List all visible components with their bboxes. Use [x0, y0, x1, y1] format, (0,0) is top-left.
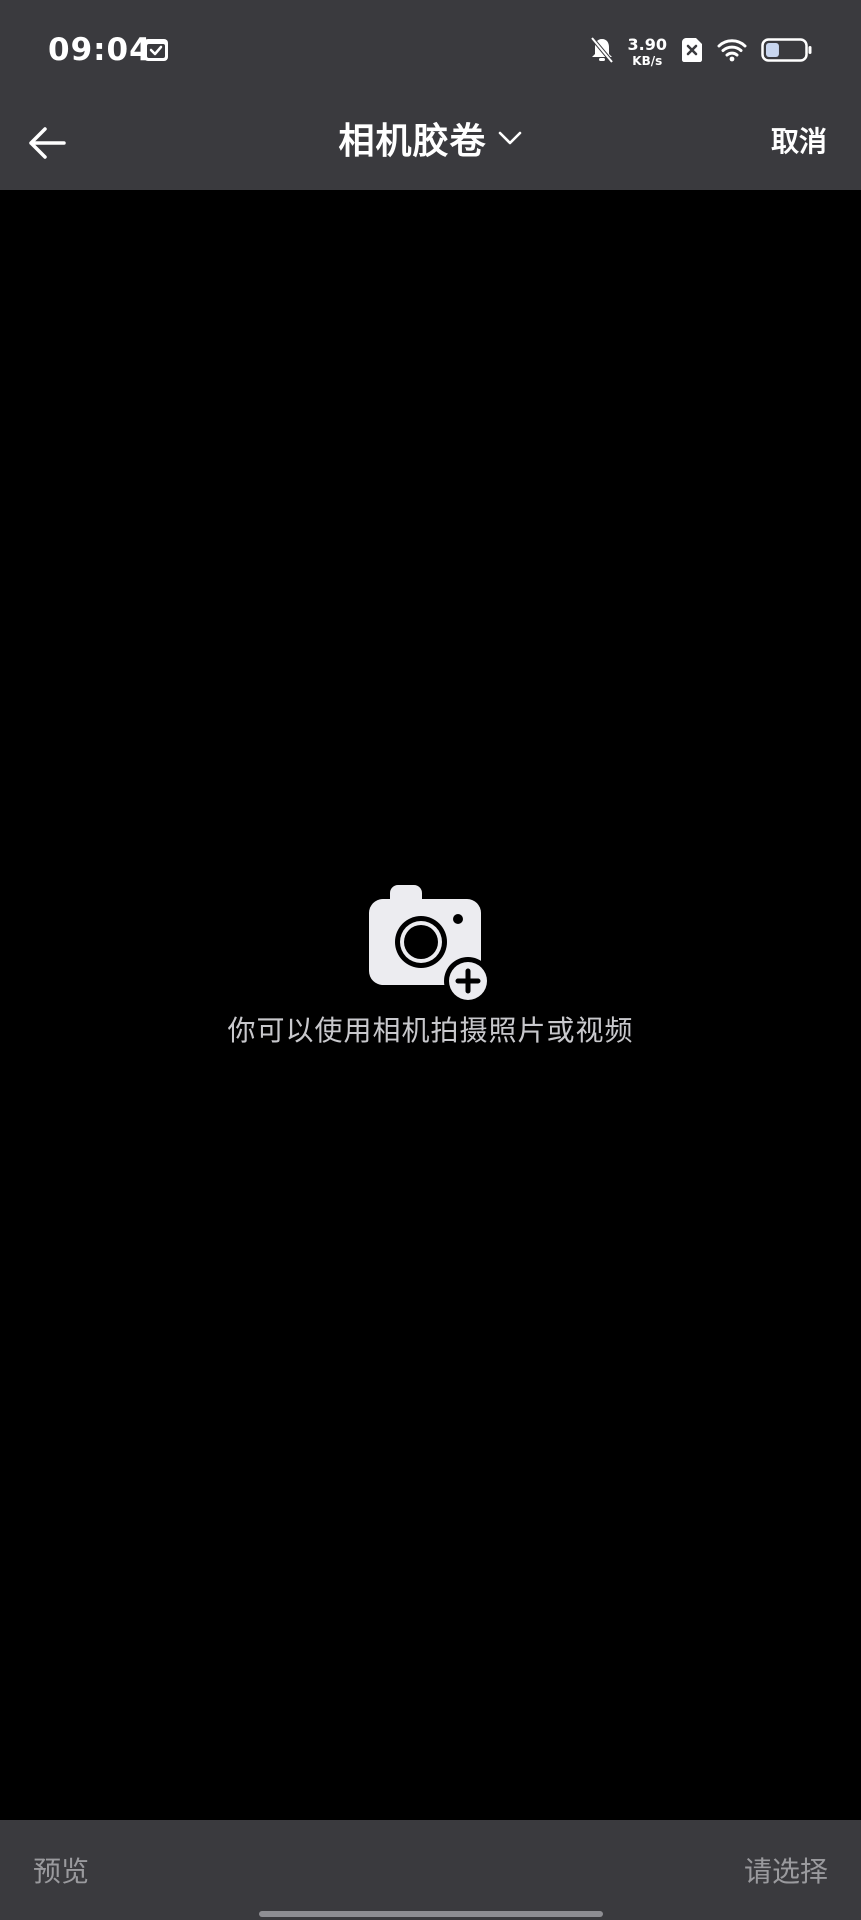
- preview-button[interactable]: 预览: [33, 1850, 89, 1890]
- chevron-down-icon: [498, 131, 521, 145]
- calendar-check-icon: [143, 36, 169, 62]
- bottom-bar: 预览 请选择: [0, 1820, 861, 1920]
- empty-state-message: 你可以使用相机拍摄照片或视频: [227, 1014, 634, 1047]
- empty-state: 你可以使用相机拍摄照片或视频: [0, 885, 861, 1049]
- status-bar: 09:04 3.90 KB/s: [0, 0, 861, 100]
- camera-add-icon[interactable]: [366, 885, 496, 1003]
- network-speed: 3.90 KB/s: [627, 35, 667, 68]
- status-icons: 3.90 KB/s: [589, 32, 813, 72]
- home-indicator[interactable]: [259, 1911, 603, 1917]
- battery-icon: [761, 37, 813, 67]
- title-bar: 相机胶卷 取消: [0, 100, 861, 190]
- bell-muted-icon: [589, 36, 614, 68]
- wifi-icon: [717, 38, 747, 66]
- cancel-button[interactable]: 取消: [771, 120, 827, 160]
- album-selector[interactable]: 相机胶卷: [301, 112, 561, 164]
- photo-picker-screen: 09:04 3.90 KB/s 相机胶卷 取消 你可以使用相机拍摄照片或视频 预…: [0, 0, 861, 1920]
- select-button[interactable]: 请选择: [744, 1850, 828, 1890]
- arrow-left-icon: [29, 127, 66, 159]
- top-bar: 09:04 3.90 KB/s 相机胶卷 取消: [0, 0, 861, 190]
- media-grid-area: 你可以使用相机拍摄照片或视频: [0, 190, 861, 1820]
- network-speed-value: 3.90: [627, 35, 667, 54]
- back-button[interactable]: [22, 118, 72, 168]
- page-title: 相机胶卷: [338, 121, 487, 162]
- network-speed-unit: KB/s: [632, 54, 663, 68]
- status-time: 09:04: [48, 32, 152, 68]
- sim-off-icon: [681, 37, 703, 67]
